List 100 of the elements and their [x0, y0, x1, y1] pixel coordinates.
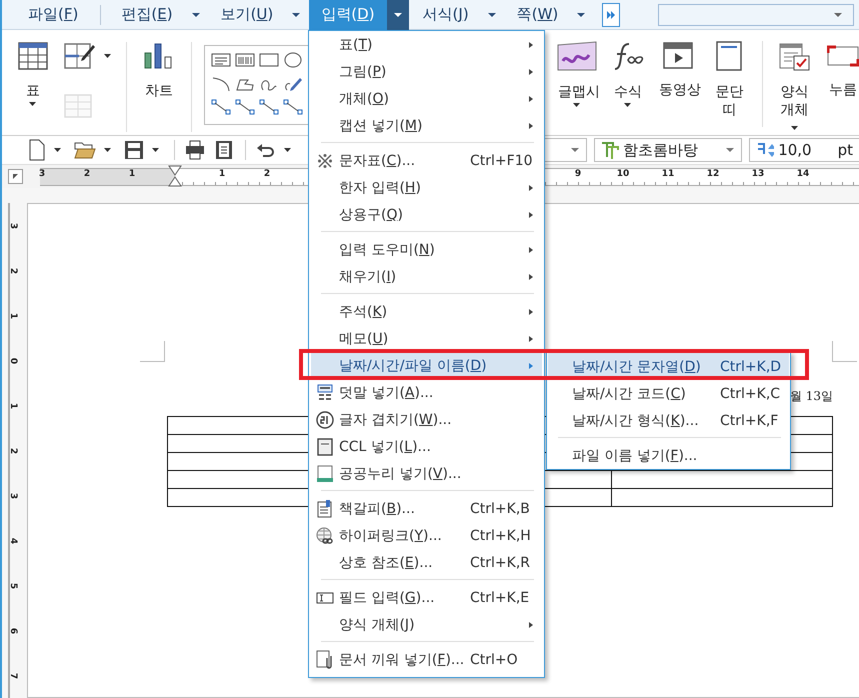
menu-item[interactable]: 파일 이름 넣기(F)...: [548, 442, 789, 469]
form-check-icon: [778, 41, 811, 71]
ribbon-button[interactable]: 글맵시: [557, 41, 597, 109]
text-box-icon[interactable]: [211, 52, 231, 68]
crop-mark: [140, 341, 165, 362]
connector-icon[interactable]: [235, 99, 255, 116]
save-icon[interactable]: [124, 140, 144, 160]
ruler-number: 2: [84, 168, 90, 178]
rectangle-icon[interactable]: [259, 52, 279, 68]
menu-item[interactable]: 표(T): [311, 31, 542, 58]
menu-item[interactable]: 문자표(C)... Ctrl+F10: [311, 147, 542, 174]
menu-tab[interactable]: 편집(E): [109, 0, 185, 30]
menu-item[interactable]: 덧말 넣기(A)...: [311, 379, 542, 406]
indent-marker-icon[interactable]: [168, 164, 182, 186]
menu-item[interactable]: 날짜/시간 형식(K)... Ctrl+K,F: [548, 407, 789, 434]
document-icon[interactable]: [215, 140, 233, 160]
ellipse-icon[interactable]: [283, 52, 303, 68]
print-icon[interactable]: [185, 140, 205, 160]
ruler-number: 1: [128, 168, 136, 178]
paperclip-icon: [316, 650, 334, 670]
menu-tab[interactable]: 쪽(W): [504, 0, 570, 30]
reference-mark-icon: [317, 152, 333, 168]
ruler-number: 14: [796, 168, 810, 178]
menu-tab[interactable]: 입력(D): [309, 0, 387, 30]
shortcut-label: Ctrl+K,H: [470, 528, 531, 544]
shortcut-label: Ctrl+K,C: [720, 386, 780, 402]
shortcut-label: Ctrl+F10: [470, 152, 533, 168]
ribbon-button[interactable]: 문단 띠: [711, 41, 748, 119]
menu-item[interactable]: 상용구(Q): [311, 201, 542, 228]
pen-icon[interactable]: [283, 76, 303, 92]
ruler-number: 2: [8, 448, 18, 454]
card-icon: [317, 438, 333, 456]
menu-item[interactable]: 공공누리 넣기(V)...: [311, 460, 542, 487]
text-lines-icon: [317, 384, 333, 402]
ruler-number: 11: [662, 168, 674, 178]
ruler-number: 3: [8, 492, 18, 500]
menu-item[interactable]: 상호 참조(E)... Ctrl+K,R: [311, 549, 542, 576]
barcode-icon[interactable]: [235, 52, 255, 68]
circle-icon: [316, 410, 334, 428]
menu-item[interactable]: 날짜/시간 코드(C) Ctrl+K,C: [548, 380, 789, 407]
text-field-icon: [316, 592, 334, 604]
connector-icon[interactable]: [259, 99, 279, 116]
menu-item[interactable]: 하이퍼링크(Y)... Ctrl+K,H: [311, 522, 542, 549]
shortcut-label: Ctrl+K,B: [470, 500, 530, 516]
ruler-number: 4: [8, 538, 18, 544]
menu-item[interactable]: 글자 겹치기(W)...: [311, 406, 542, 433]
menu-item[interactable]: 양식 개체(J): [311, 611, 542, 638]
text-art-icon: [557, 41, 597, 71]
arc-icon[interactable]: [211, 76, 231, 92]
page-band-icon: [716, 41, 742, 71]
page-icon: [316, 464, 334, 482]
menu-item[interactable]: 캡션 넣기(M): [311, 112, 542, 139]
caret-icon[interactable]: [102, 52, 114, 60]
menu-item[interactable]: 채우기(I): [311, 263, 542, 290]
menu-item[interactable]: 주석(K): [311, 298, 542, 325]
caret-icon[interactable]: [386, 0, 409, 30]
ruler-number: 7: [8, 672, 18, 680]
font-name: 함초롬바탕: [623, 140, 699, 160]
connector-icon[interactable]: [283, 99, 303, 116]
menu-item[interactable]: CCL 넣기(L)...: [311, 433, 542, 460]
connector-icon[interactable]: [211, 99, 231, 116]
ruler-number: 0: [8, 358, 18, 364]
more-icon[interactable]: [602, 0, 620, 30]
ribbon-button[interactable]: 수식: [611, 41, 645, 109]
shortcut-label: Ctrl+K,E: [470, 590, 530, 606]
spinner-icon: [756, 141, 774, 159]
menu-item[interactable]: 개체(O): [311, 85, 542, 112]
menu-item[interactable]: 메모(U): [311, 325, 542, 352]
caret-icon: [725, 147, 735, 153]
ruler-number: 9: [574, 168, 582, 178]
ruler-toggle-icon[interactable]: [8, 169, 23, 184]
chart-button[interactable]: 차트: [127, 42, 192, 132]
ruler-number: 1: [8, 312, 18, 320]
ribbon-button[interactable]: 양식 개체: [776, 41, 813, 137]
ruler-number: 3: [8, 222, 18, 230]
menu-item[interactable]: 입력 도우미(N): [311, 236, 542, 263]
ruler-number: 12: [706, 168, 720, 178]
ribbon-button[interactable]: 누름: [827, 41, 859, 99]
folder-icon[interactable]: [74, 140, 96, 160]
menu-tab[interactable]: 서식(J): [410, 0, 481, 30]
ruler-number: 5: [8, 582, 18, 590]
ruler-number: 13: [752, 168, 764, 178]
menu-item[interactable]: 필드 입력(G)... Ctrl+K,E: [311, 584, 542, 611]
table-pencil-icon[interactable]: [64, 42, 96, 70]
font-combo-box[interactable]: 함초롬바탕: [594, 138, 742, 162]
table-button[interactable]: 표: [18, 42, 48, 108]
menu-item[interactable]: 책갈피(B)... Ctrl+K,B: [311, 495, 542, 522]
new-document-icon[interactable]: [28, 139, 46, 161]
menu-item[interactable]: 그림(P): [311, 58, 542, 85]
ruler-number: 2: [264, 168, 270, 178]
menu-tab[interactable]: 보기(U): [208, 0, 286, 30]
menu-item[interactable]: 한자 입력(H): [311, 174, 542, 201]
menu-item[interactable]: 문서 끼워 넣기(F)... Ctrl+O: [311, 646, 542, 673]
font-size-value: 10,0: [778, 141, 812, 159]
menu-tab[interactable]: 파일(F): [16, 0, 90, 30]
ruler-number: 10: [616, 168, 630, 178]
shortcut-label: Ctrl+K,D: [720, 358, 782, 374]
caret-icon: [833, 12, 844, 18]
font-size-field[interactable]: 10,0 pt: [749, 138, 859, 162]
font-icon: [601, 141, 619, 159]
